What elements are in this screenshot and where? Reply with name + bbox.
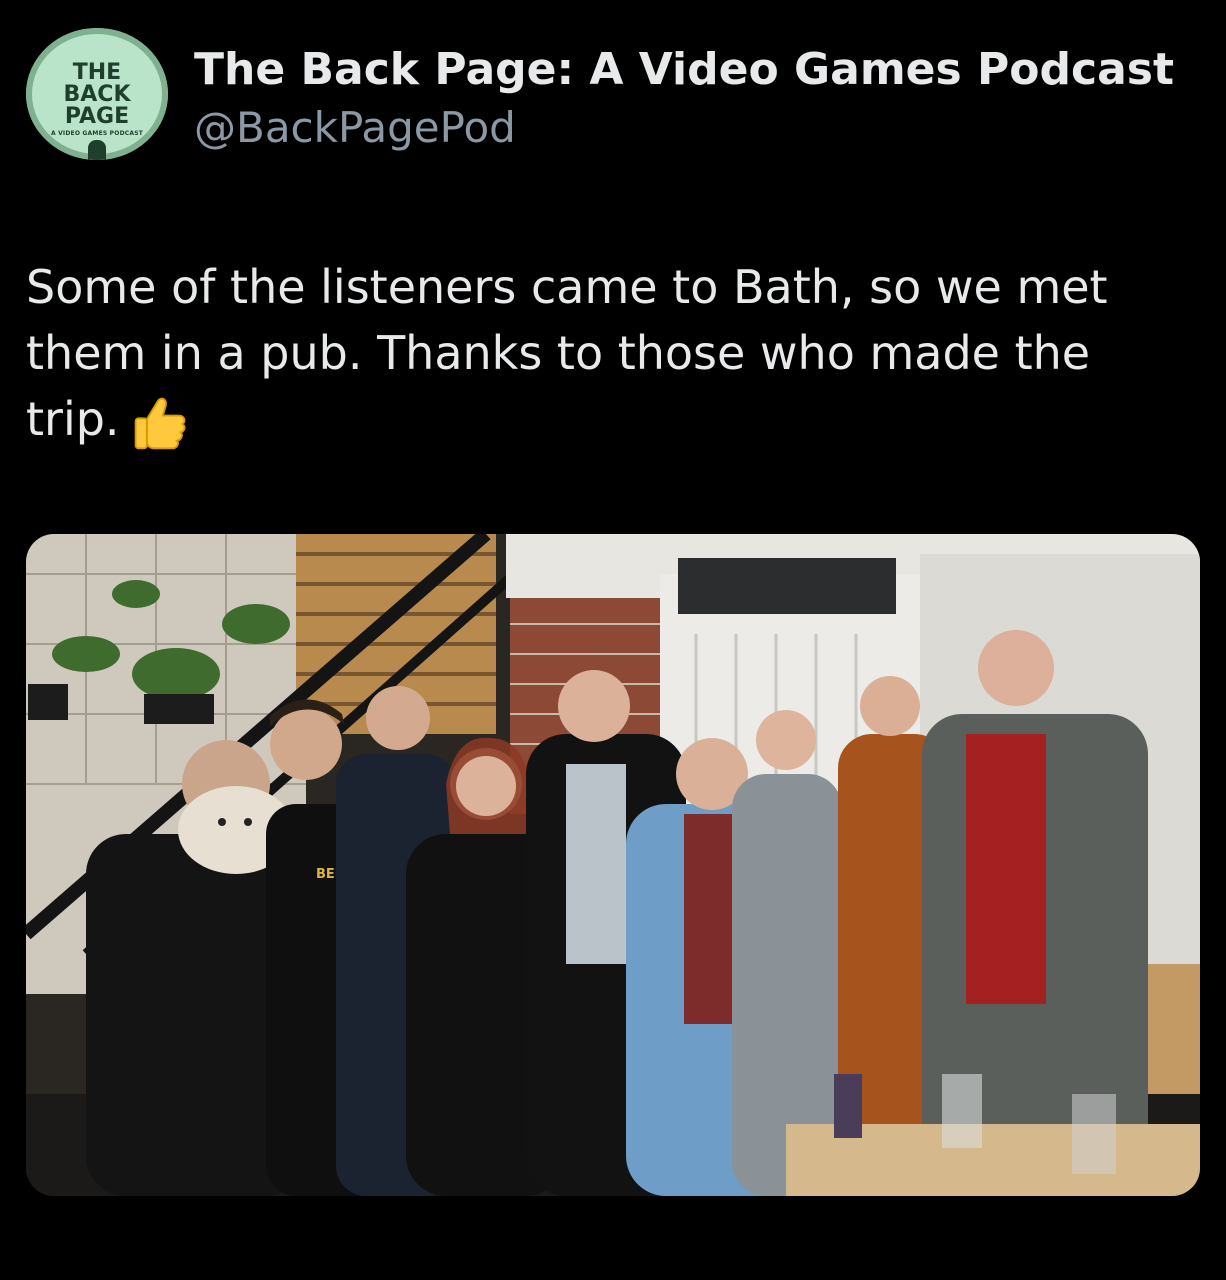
tweet-photo[interactable]: BEER RIFF: [26, 534, 1200, 1196]
group-photo-image: BEER RIFF: [26, 534, 1200, 1196]
avatar-logo-line-3: PAGE: [64, 104, 130, 129]
tweet-header: THE BACK PAGE A VIDEO GAMES PODCAST The …: [26, 28, 1200, 160]
account-handle[interactable]: @BackPagePod: [194, 102, 516, 154]
avatar-logo-line-1: THE: [72, 60, 122, 85]
avatar[interactable]: THE BACK PAGE A VIDEO GAMES PODCAST: [26, 28, 168, 160]
avatar-logo-line-2: BACK: [63, 82, 131, 107]
display-name[interactable]: The Back Page: A Video Games Podcast: [194, 44, 1174, 96]
microphone-icon: [88, 140, 106, 160]
thumbs-up-icon: [134, 397, 186, 449]
tweet-body: Some of the listeners came to Bath, so w…: [26, 254, 1196, 453]
avatar-logo-line-4: A VIDEO GAMES PODCAST: [50, 130, 144, 137]
